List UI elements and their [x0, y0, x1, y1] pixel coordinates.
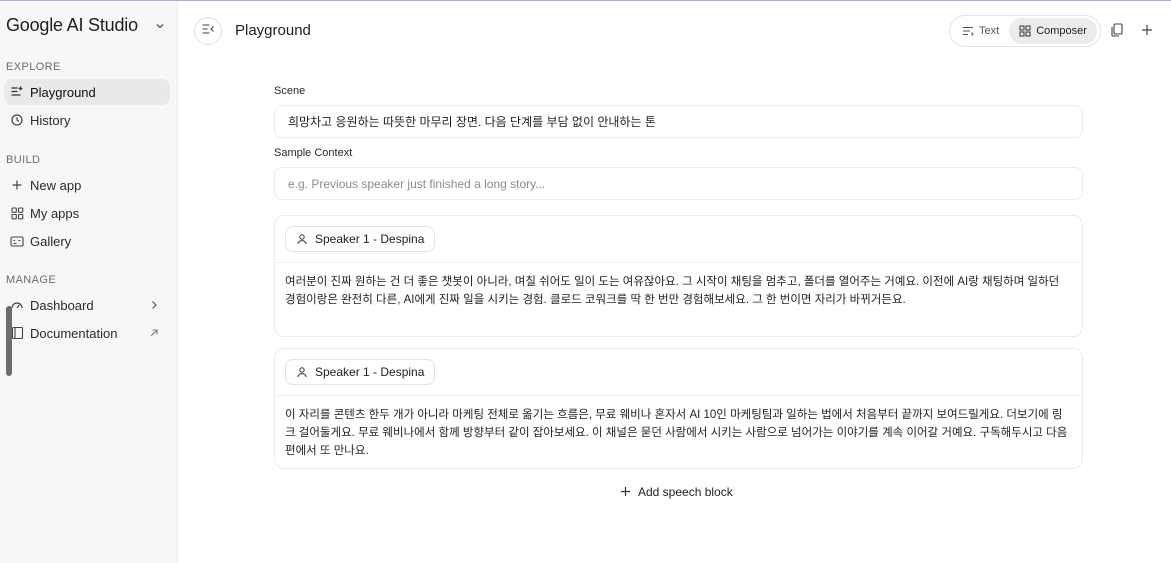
sidebar-item-label: New app — [30, 177, 82, 193]
speech-text[interactable]: 이 자리를 콘텐츠 한두 개가 아니라 마케팅 전체로 옮기는 흐름은, 무료 … — [285, 406, 1072, 460]
sidebar-item-label: Dashboard — [30, 297, 94, 313]
sidebar-item-my-apps[interactable]: My apps — [4, 200, 170, 226]
sidebar-item-new-app[interactable]: New app — [4, 172, 170, 198]
sidebar-item-label: Playground — [30, 84, 96, 100]
top-bar: Playground Text Composer — [179, 1, 1171, 59]
section-label-explore: EXPLORE — [6, 61, 61, 73]
speaker-select-button[interactable]: Speaker 1 - Despina — [285, 226, 436, 252]
mode-composer-button[interactable]: Composer — [1009, 18, 1097, 44]
scene-label: Scene — [274, 85, 306, 97]
playground-icon — [10, 85, 24, 99]
composer-grid-icon — [1019, 25, 1031, 37]
chevron-right-icon — [148, 299, 160, 311]
speech-block: Speaker 1 - Despina 이 자리를 콘텐츠 한두 개가 아니라 … — [274, 348, 1083, 469]
sidebar-item-documentation[interactable]: Documentation — [4, 320, 170, 346]
add-speech-block-label: Add speech block — [638, 485, 733, 499]
page-title: Playground — [235, 22, 311, 39]
new-tab-plus-icon[interactable] — [1140, 23, 1154, 37]
plus-icon — [10, 178, 24, 192]
sidebar-item-label: Documentation — [30, 325, 118, 341]
copy-icon[interactable] — [1110, 23, 1124, 37]
sidebar-item-playground[interactable]: Playground — [4, 79, 170, 105]
external-link-icon — [148, 327, 160, 339]
card-divider — [275, 395, 1082, 396]
toggle-sidebar-button[interactable] — [194, 17, 222, 45]
speaker-select-button[interactable]: Speaker 1 - Despina — [285, 359, 436, 385]
dashboard-gauge-icon — [10, 298, 24, 312]
brand-switcher[interactable]: Google AI Studio — [6, 15, 166, 36]
mode-text-button[interactable]: Text — [952, 18, 1009, 44]
sidebar-item-label: History — [30, 112, 71, 128]
history-icon — [10, 113, 24, 127]
section-label-manage: MANAGE — [6, 274, 57, 286]
speech-text[interactable]: 여러분이 진짜 원하는 건 더 좋은 챗봇이 아니라, 며칠 쉬어도 일이 도는… — [285, 273, 1072, 309]
card-divider — [275, 262, 1082, 263]
sidebar-item-label: My apps — [30, 205, 80, 221]
person-icon — [296, 366, 308, 378]
speaker-label: Speaker 1 - Despina — [315, 232, 425, 246]
sidebar-item-label: Gallery — [30, 233, 72, 249]
person-icon — [296, 233, 308, 245]
mode-toggle: Text Composer — [949, 15, 1101, 47]
add-speech-block-button[interactable]: Add speech block — [620, 485, 733, 499]
collapse-sidebar-icon — [201, 22, 215, 40]
sidebar-scrollbar[interactable] — [6, 306, 12, 376]
gallery-icon — [10, 234, 24, 248]
plus-icon — [620, 486, 632, 498]
brand-name: Google AI Studio — [6, 15, 138, 35]
sidebar-item-dashboard[interactable]: Dashboard — [4, 292, 170, 318]
section-label-build: BUILD — [6, 154, 41, 166]
speech-block: Speaker 1 - Despina 여러분이 진짜 원하는 건 더 좋은 챗… — [274, 215, 1083, 337]
mode-text-label: Text — [979, 25, 1000, 37]
scene-input[interactable]: 희망차고 응원하는 따뜻한 마무리 장면. 다음 단계를 부담 없이 안내하는 … — [274, 105, 1083, 138]
sample-context-label: Sample Context — [274, 147, 353, 159]
book-icon — [10, 326, 24, 340]
sidebar-item-gallery[interactable]: Gallery — [4, 228, 170, 254]
speaker-label: Speaker 1 - Despina — [315, 365, 425, 379]
apps-grid-icon — [10, 206, 24, 220]
chevron-down-icon — [154, 20, 166, 32]
mode-composer-label: Composer — [1036, 25, 1087, 37]
text-lines-icon — [962, 25, 974, 37]
sidebar-item-history[interactable]: History — [4, 107, 170, 133]
sample-context-input[interactable]: e.g. Previous speaker just finished a lo… — [274, 167, 1083, 200]
sidebar: Google AI Studio EXPLORE Playground Hist… — [0, 1, 178, 563]
